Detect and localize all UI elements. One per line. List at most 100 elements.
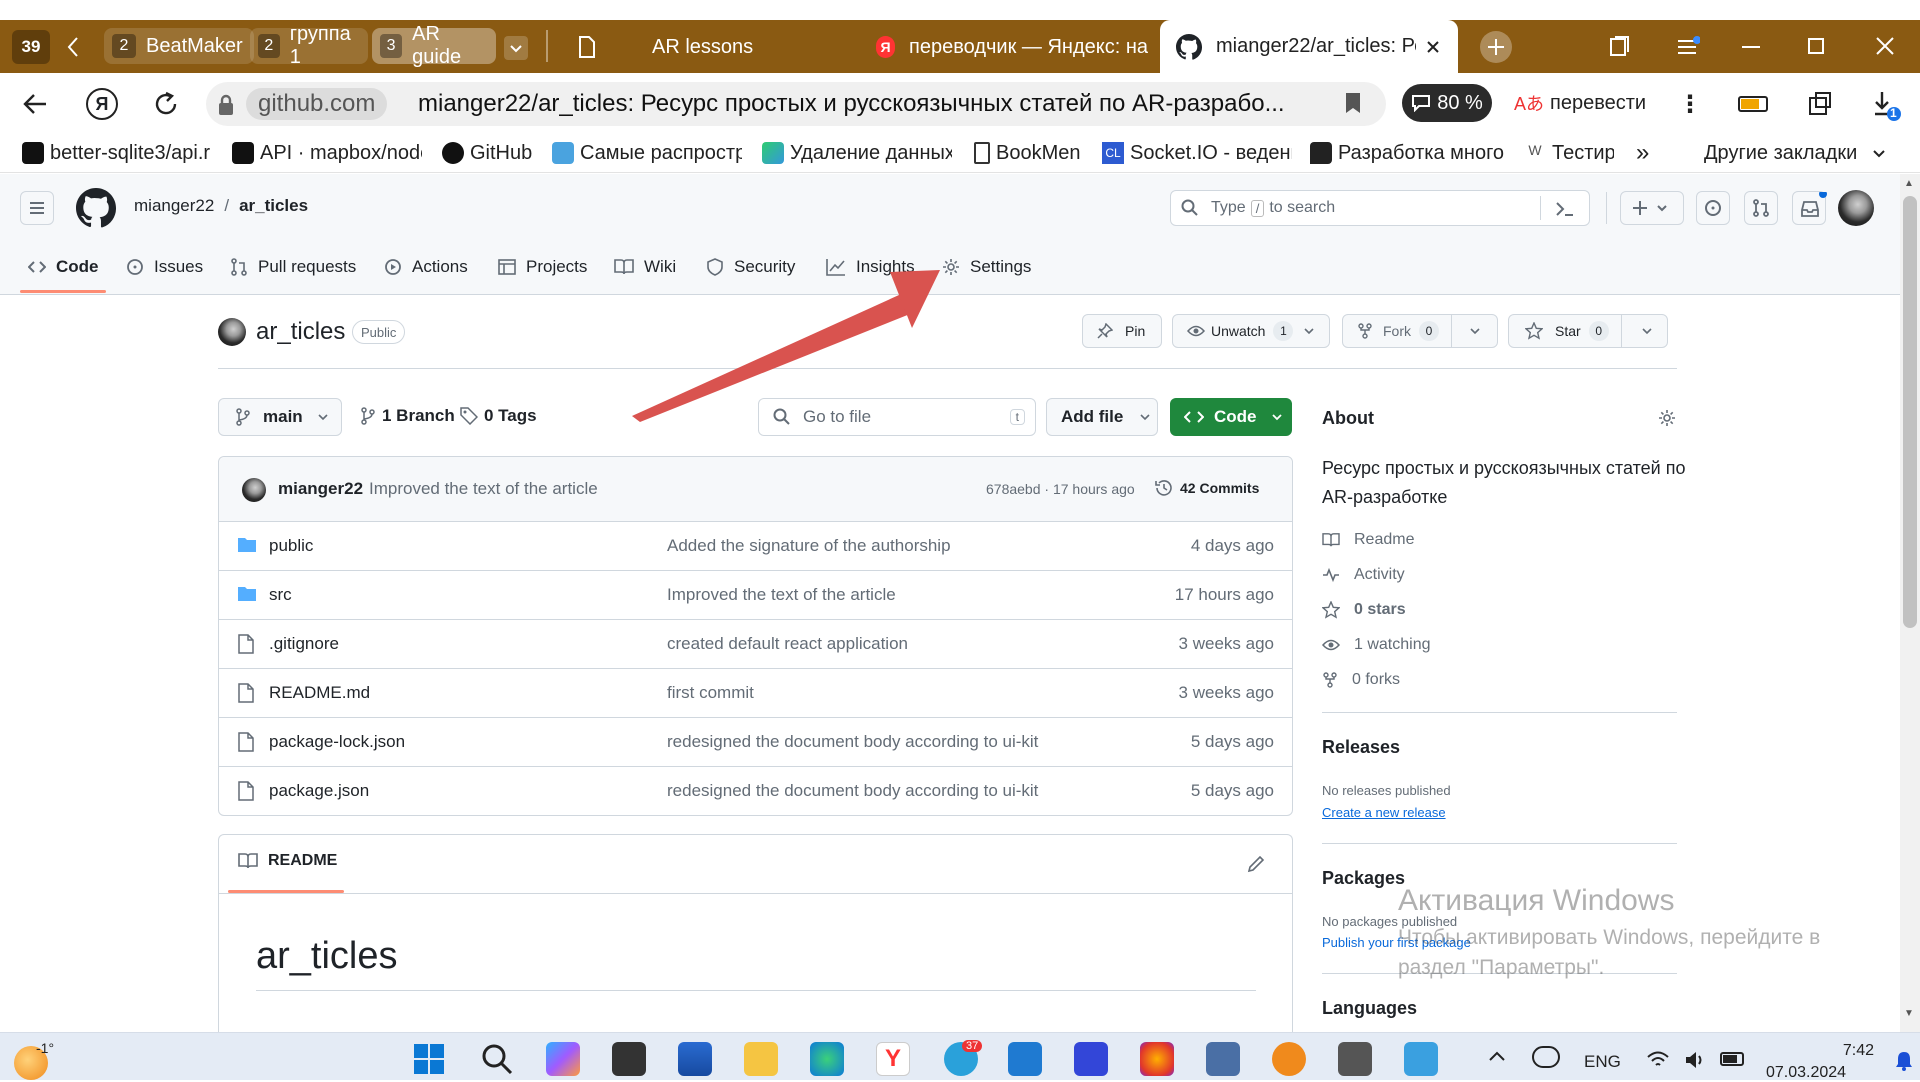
copilot-icon[interactable] [546, 1042, 580, 1076]
bookmark-item[interactable]: Разработка много [1310, 139, 1508, 167]
breadcrumb-owner[interactable]: mianger22 [134, 196, 214, 216]
commit-author[interactable]: mianger22 [278, 479, 363, 499]
packages-title[interactable]: Packages [1322, 868, 1405, 889]
tray-chevron-up-icon[interactable] [1488, 1050, 1506, 1062]
start-windows-icon[interactable] [412, 1042, 446, 1076]
edge-icon[interactable] [810, 1042, 844, 1076]
minimize-icon[interactable] [1742, 46, 1760, 48]
downloads-icon[interactable]: 1 [1872, 90, 1902, 122]
file-commit-message[interactable]: redesigned the document body according t… [667, 781, 1038, 801]
file-commit-message[interactable]: Added the signature of the authorship [667, 536, 951, 556]
bookmark-item[interactable]: Самые распростр [552, 139, 742, 167]
clock-time[interactable]: 7:42 [1788, 1042, 1874, 1060]
bookmark-item[interactable]: W Тестир [1524, 139, 1614, 167]
file-name[interactable]: public [269, 536, 313, 556]
reload-icon[interactable] [152, 90, 180, 118]
hamburger-menu-button[interactable] [20, 191, 54, 225]
app-icon[interactable] [1074, 1042, 1108, 1076]
cloud-icon[interactable] [1532, 1046, 1560, 1068]
table-row[interactable]: .gitignore created default react applicat… [219, 619, 1292, 668]
tags-link[interactable]: 0 Tags [460, 406, 537, 426]
file-commit-message[interactable]: first commit [667, 683, 754, 703]
close-tab-icon[interactable] [1426, 40, 1440, 54]
tab-pull-requests[interactable]: Pull requests [230, 252, 356, 282]
tab-actions[interactable]: Actions [384, 252, 468, 282]
yandex-browser-icon[interactable]: Y [876, 1042, 910, 1076]
wifi-icon[interactable] [1646, 1050, 1670, 1070]
repo-owner-avatar[interactable] [218, 318, 246, 346]
branches-link[interactable]: 1 Branch [360, 406, 455, 426]
search-input[interactable]: Type / to search [1170, 190, 1590, 226]
back-icon[interactable] [22, 92, 48, 116]
file-name[interactable]: package.json [269, 781, 369, 801]
table-row[interactable]: README.md first commit 3 weeks ago [219, 668, 1292, 717]
tab-issues[interactable]: Issues [126, 252, 203, 282]
edit-readme-icon[interactable] [1246, 854, 1266, 874]
battery-saver-icon[interactable] [1738, 96, 1768, 112]
task-view-icon[interactable] [612, 1042, 646, 1076]
bookmarks-overflow-button[interactable]: » [1636, 139, 1649, 167]
about-settings-gear-icon[interactable] [1657, 408, 1677, 428]
create-release-link[interactable]: Create a new release [1322, 805, 1446, 820]
new-tab-button[interactable] [1480, 31, 1512, 63]
python-icon[interactable] [1404, 1042, 1438, 1076]
store-icon[interactable] [678, 1042, 712, 1076]
forks-link[interactable]: 0 forks [1322, 668, 1400, 692]
bookmark-item[interactable]: CL Socket.IO - ведени [1102, 139, 1292, 167]
menu-icon[interactable] [1676, 36, 1700, 58]
blender-icon[interactable] [1272, 1042, 1306, 1076]
readme-tab[interactable]: README [238, 852, 337, 870]
other-bookmarks-button[interactable]: Другие закладки [1704, 139, 1887, 167]
table-row[interactable]: package-lock.json redesigned the document… [219, 717, 1292, 766]
page-title-in-url[interactable]: mianger22/ar_ticles: Ресурс простых и ру… [418, 90, 1285, 118]
tab-yandex-translate[interactable]: Я переводчик — Яндекс: на [876, 27, 1148, 67]
file-commit-message[interactable]: redesigned the document body according t… [667, 732, 1038, 752]
branch-selector[interactable]: main [218, 398, 342, 436]
commit-message[interactable]: Improved the text of the article [369, 479, 598, 499]
vscode-icon[interactable] [1008, 1042, 1042, 1076]
bookmark-icon[interactable] [1344, 92, 1362, 114]
tab-group-group1[interactable]: 2 группа 1 [250, 23, 368, 68]
readme-link[interactable]: Readme [1322, 528, 1414, 552]
table-row[interactable]: src Improved the text of the article 17 ho… [219, 570, 1292, 619]
battery-icon[interactable] [1720, 1052, 1744, 1066]
command-palette-icon[interactable] [1555, 201, 1575, 217]
scroll-up-icon[interactable]: ▲ [1904, 178, 1914, 189]
stars-link[interactable]: 0 stars [1322, 598, 1406, 622]
file-name[interactable]: package-lock.json [269, 732, 405, 752]
group-expand-icon[interactable] [504, 36, 528, 60]
star-button[interactable]: Star 0 [1508, 314, 1668, 348]
back-tab-group-icon[interactable] [66, 36, 80, 58]
domain-chip[interactable]: github.com [246, 88, 388, 120]
lock-icon[interactable] [216, 94, 236, 116]
tab-ar-lessons[interactable]: AR lessons [578, 27, 858, 67]
chevron-down-icon[interactable] [1641, 325, 1653, 337]
tab-github-active[interactable]: mianger22/ar_ticles: Рес [1160, 20, 1458, 73]
tabs-list-icon[interactable] [1608, 36, 1630, 58]
scrollbar-thumb[interactable] [1903, 196, 1917, 628]
window-close-icon[interactable] [1876, 37, 1894, 55]
bookmark-item[interactable]: better-sqlite3/api.r [22, 139, 214, 167]
translate-button[interactable]: Aあ перевести [1514, 88, 1646, 118]
bookmark-item[interactable]: Удаление данных [762, 139, 952, 167]
weather-temp[interactable]: -1° [36, 1040, 54, 1056]
maximize-icon[interactable] [1808, 38, 1824, 54]
releases-title[interactable]: Releases [1322, 737, 1400, 758]
tab-projects[interactable]: Projects [498, 252, 587, 282]
file-name[interactable]: README.md [269, 683, 370, 703]
commit-author-avatar[interactable] [242, 478, 266, 502]
collections-icon[interactable] [1806, 90, 1834, 118]
code-download-button[interactable]: Code [1170, 398, 1292, 436]
volume-icon[interactable] [1684, 1050, 1708, 1070]
unwatch-button[interactable]: Unwatch 1 [1172, 314, 1330, 348]
watching-link[interactable]: 1 watching [1322, 633, 1431, 657]
repo-title[interactable]: ar_ticles [256, 318, 345, 346]
scroll-down-icon[interactable]: ▼ [1904, 1008, 1914, 1019]
pull-requests-header-button[interactable] [1744, 191, 1778, 225]
file-explorer-icon[interactable] [744, 1042, 778, 1076]
pin-button[interactable]: Pin [1082, 314, 1162, 348]
notification-bell-icon[interactable] [1894, 1050, 1914, 1072]
user-avatar[interactable] [1838, 190, 1874, 226]
more-options-icon[interactable]: ⋮ [1678, 90, 1702, 119]
tab-group-ar-guide[interactable]: 3 AR guide [372, 23, 496, 68]
